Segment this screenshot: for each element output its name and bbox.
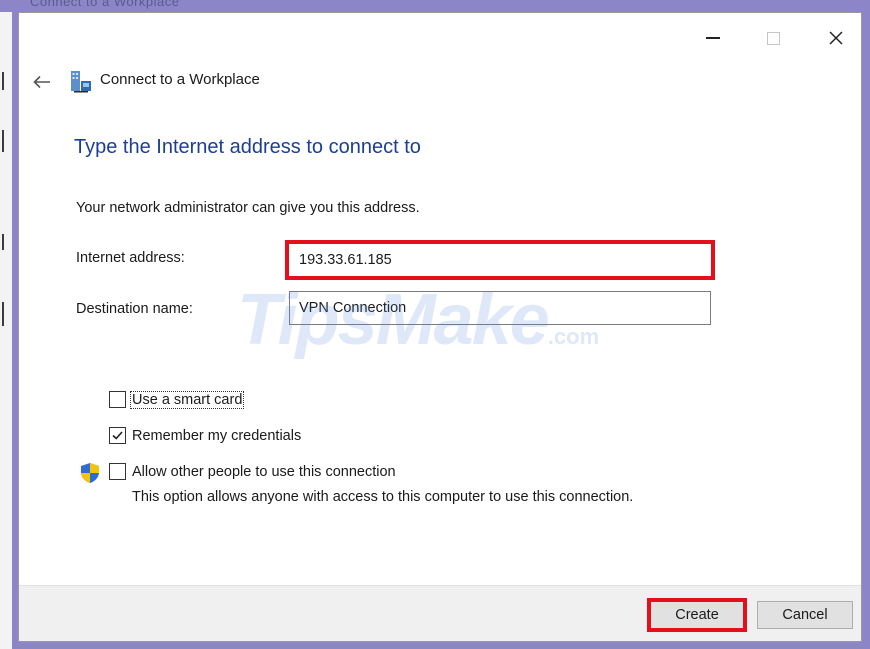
background-window-title: Connect to a Workplace <box>30 0 180 9</box>
title-bar <box>19 13 861 63</box>
allow-others-label[interactable]: Allow other people to use this connectio… <box>132 464 396 480</box>
checkmark-icon <box>112 431 123 440</box>
instruction-text: Your network administrator can give you … <box>76 200 420 216</box>
allow-others-checkbox[interactable] <box>109 463 126 480</box>
back-arrow-icon <box>33 75 50 89</box>
shield-icon <box>81 463 99 483</box>
remember-credentials-label[interactable]: Remember my credentials <box>132 428 301 444</box>
back-button[interactable] <box>31 71 53 93</box>
smart-card-option[interactable]: Use a smart card <box>109 390 245 409</box>
smart-card-checkbox[interactable] <box>109 391 126 408</box>
page-heading: Type the Internet address to connect to <box>74 136 421 158</box>
smart-card-label[interactable]: Use a smart card <box>129 390 245 409</box>
remember-credentials-checkbox[interactable] <box>109 427 126 444</box>
dialog-footer: Create Cancel <box>19 585 861 641</box>
allow-others-option[interactable]: Allow other people to use this connectio… <box>109 463 396 480</box>
connect-workplace-dialog: Connect to a Workplace Type the Internet… <box>18 12 862 642</box>
internet-address-input[interactable] <box>285 240 715 280</box>
minimize-button[interactable] <box>690 23 736 53</box>
create-button[interactable]: Create <box>647 598 747 632</box>
maximize-button[interactable] <box>750 23 796 53</box>
destination-name-label: Destination name: <box>76 301 193 317</box>
minimize-icon <box>706 37 720 39</box>
maximize-icon <box>766 31 780 45</box>
window-title: Connect to a Workplace <box>100 71 260 88</box>
close-button[interactable] <box>813 23 859 53</box>
allow-others-description: This option allows anyone with access to… <box>132 489 634 505</box>
remember-credentials-option[interactable]: Remember my credentials <box>109 427 301 444</box>
network-icon <box>71 71 91 93</box>
background-window-strip: Connect to a Workplace <box>0 0 870 12</box>
destination-name-input[interactable] <box>289 291 711 325</box>
internet-address-label: Internet address: <box>76 250 185 266</box>
close-icon <box>829 31 843 45</box>
background-left-strip <box>0 12 12 649</box>
cancel-button[interactable]: Cancel <box>757 601 853 629</box>
